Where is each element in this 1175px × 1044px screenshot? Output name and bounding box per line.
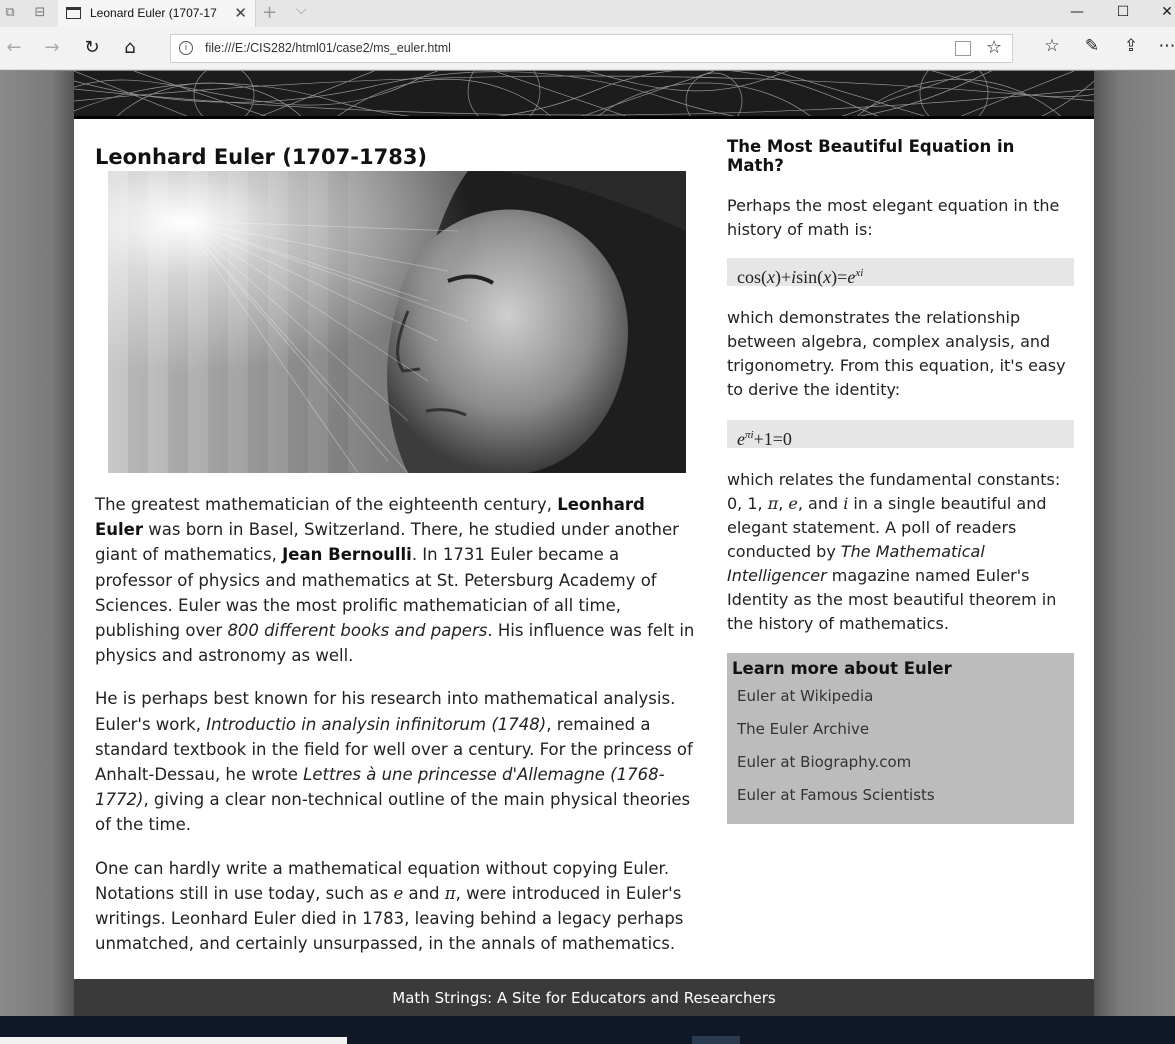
symbol-pi: π <box>444 883 456 903</box>
url-field[interactable]: i file:///E:/CIS282/html01/case2/ms_eule… <box>170 34 1013 63</box>
text: , giving a clear non-technical outline o… <box>95 790 691 835</box>
taskbar-search[interactable] <box>0 1037 347 1044</box>
sidebar-outro: which relates the fundamental constants:… <box>727 468 1074 636</box>
portrait-image <box>108 171 686 473</box>
biography-text: The greatest mathematician of the eighte… <box>95 492 695 974</box>
text: and <box>403 883 445 903</box>
header-banner <box>74 71 1094 119</box>
minimize-icon[interactable]: — <box>1067 4 1087 20</box>
sidebar-intro: Perhaps the most elegant equation in the… <box>727 196 1060 239</box>
link-euler-archive[interactable]: The Euler Archive <box>732 717 1069 750</box>
text: The greatest mathematician of the eighte… <box>95 495 558 514</box>
name-bernoulli: Jean Bernoulli <box>282 545 412 565</box>
tab-bar: ⧉ ⊟ Leonard Euler (1707-17 ✕ + ⌵ — ☐ ✕ <box>0 0 1175 28</box>
tab-list-icon[interactable]: ⧉ <box>0 4 20 22</box>
symbol-e: e <box>393 883 404 903</box>
paragraph-1: The greatest mathematician of the eighte… <box>95 492 695 668</box>
chevron-down-icon[interactable]: ⌵ <box>296 2 307 18</box>
sidebar: The Most Beautiful Equation in Math? Per… <box>727 137 1074 824</box>
close-tab-icon[interactable]: ✕ <box>234 4 247 22</box>
euler-identity: eπi+1=0 <box>727 420 1074 449</box>
url-text: file:///E:/CIS282/html01/case2/ms_euler.… <box>205 41 451 55</box>
close-window-icon[interactable]: ✕ <box>1157 4 1175 20</box>
link-famous-scientists[interactable]: Euler at Famous Scientists <box>732 783 1069 816</box>
paragraph-2: He is perhaps best known for his researc… <box>95 686 695 837</box>
favorites-hub-icon[interactable]: ☆ <box>1040 36 1064 56</box>
links-heading: Learn more about Euler <box>732 659 952 678</box>
taskbar-app[interactable] <box>692 1036 740 1044</box>
pen-icon[interactable]: ✎ <box>1080 36 1104 56</box>
text: , and <box>797 494 844 513</box>
symbol-e: e <box>788 494 798 513</box>
back-icon[interactable]: ← <box>2 38 26 58</box>
reading-view-icon[interactable] <box>955 41 971 56</box>
new-tab-icon[interactable]: + <box>262 2 277 23</box>
page-icon <box>66 7 81 19</box>
paragraph-3: One can hardly write a mathematical equa… <box>95 856 695 957</box>
set-aside-tabs-icon[interactable]: ⊟ <box>30 4 50 22</box>
forward-icon[interactable]: → <box>40 38 64 58</box>
sidebar-mid: which demonstrates the relationship betw… <box>727 308 1066 399</box>
banner-pattern <box>74 71 1094 116</box>
page-footer: Math Strings: A Site for Educators and R… <box>74 979 1094 1016</box>
link-wikipedia[interactable]: Euler at Wikipedia <box>732 684 1069 717</box>
main-content: Leonhard Euler (1707-1783) The greatest … <box>74 119 1094 979</box>
info-icon[interactable]: i <box>179 41 193 55</box>
more-icon[interactable]: ⋯ <box>1155 36 1175 56</box>
symbol-pi: π <box>767 494 779 513</box>
emphasis: 800 different books and papers <box>227 621 488 641</box>
tab-title: Leonard Euler (1707-17 <box>90 6 217 20</box>
link-biography[interactable]: Euler at Biography.com <box>732 750 1069 783</box>
maximize-icon[interactable]: ☐ <box>1113 4 1133 20</box>
euler-formula: cos(x)+isin(x)=exi <box>727 258 1074 287</box>
sidebar-heading: The Most Beautiful Equation in Math? <box>727 137 1015 175</box>
browser-tab[interactable]: Leonard Euler (1707-17 ✕ <box>58 0 256 28</box>
home-icon[interactable]: ⌂ <box>118 38 142 58</box>
links-box: Learn more about Euler Euler at Wikipedi… <box>727 653 1074 824</box>
book-title: Introductio in analysin infinitorum (174… <box>206 714 547 734</box>
taskbar <box>0 1016 1175 1044</box>
page-margin-right <box>1094 71 1175 1016</box>
text: , <box>778 494 789 513</box>
page-title: Leonhard Euler (1707-1783) <box>95 145 428 169</box>
address-bar: ← → ↻ ⌂ i file:///E:/CIS282/html01/case2… <box>0 27 1175 70</box>
euler-portrait <box>108 171 686 473</box>
share-icon[interactable]: ⇪ <box>1119 36 1143 56</box>
page-margin-left <box>0 71 74 1016</box>
refresh-icon[interactable]: ↻ <box>80 38 104 58</box>
favorite-star-icon[interactable]: ☆ <box>986 37 1002 58</box>
